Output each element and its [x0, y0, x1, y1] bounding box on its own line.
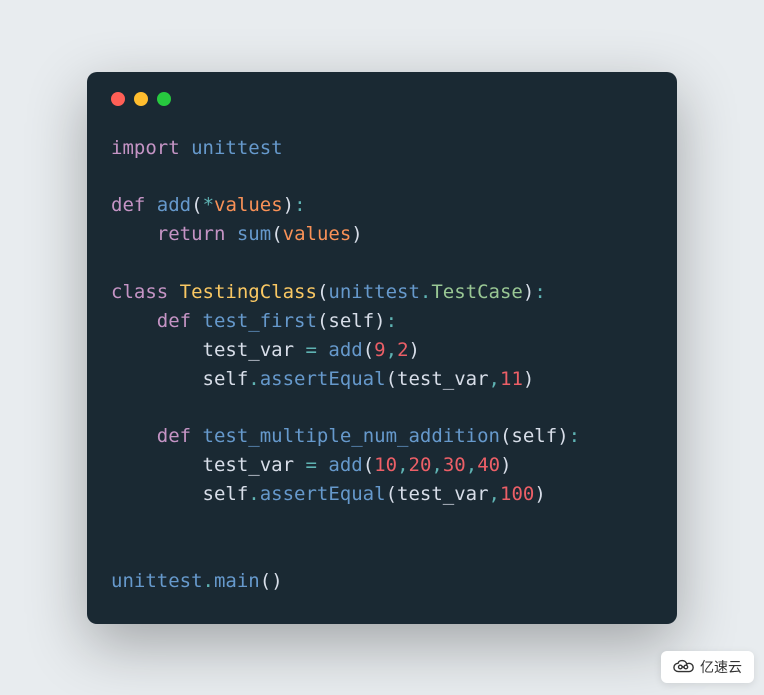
paren: (	[500, 425, 511, 447]
paren: (	[317, 281, 328, 303]
colon: :	[534, 281, 545, 303]
paren: (	[363, 339, 374, 361]
comma: ,	[489, 483, 500, 505]
self-ref: self	[203, 483, 249, 505]
paren: )	[351, 223, 362, 245]
cloud-icon	[673, 659, 695, 675]
module-name: unittest	[191, 137, 283, 159]
number-literal: 40	[477, 454, 500, 476]
paren: (	[191, 194, 202, 216]
paren: )	[523, 368, 534, 390]
comma: ,	[431, 454, 442, 476]
function-call: add	[328, 339, 362, 361]
comma: ,	[397, 454, 408, 476]
colon: :	[386, 310, 397, 332]
paren: (	[386, 483, 397, 505]
module-ref: unittest	[111, 570, 203, 592]
paren: (	[317, 310, 328, 332]
paren: )	[271, 570, 282, 592]
number-literal: 20	[409, 454, 432, 476]
dot-operator: .	[203, 570, 214, 592]
paren: )	[374, 310, 385, 332]
number-literal: 2	[397, 339, 408, 361]
maximize-icon[interactable]	[157, 92, 171, 106]
keyword-def: def	[111, 194, 145, 216]
comma: ,	[466, 454, 477, 476]
paren: )	[500, 454, 511, 476]
self-ref: self	[203, 368, 249, 390]
parameter: values	[283, 223, 352, 245]
variable: test_var	[397, 483, 489, 505]
dot-operator: .	[420, 281, 431, 303]
watermark-badge: 亿速云	[661, 651, 754, 683]
assign-operator: =	[305, 454, 316, 476]
keyword-def: def	[157, 425, 191, 447]
minimize-icon[interactable]	[134, 92, 148, 106]
comma: ,	[386, 339, 397, 361]
module-ref: unittest	[328, 281, 420, 303]
variable: test_var	[397, 368, 489, 390]
star-operator: *	[203, 194, 214, 216]
self-param: self	[328, 310, 374, 332]
window-titlebar	[111, 92, 653, 106]
paren: (	[271, 223, 282, 245]
method-name: test_first	[203, 310, 317, 332]
function-call: sum	[237, 223, 271, 245]
number-literal: 10	[374, 454, 397, 476]
number-literal: 30	[443, 454, 466, 476]
number-literal: 11	[500, 368, 523, 390]
keyword-import: import	[111, 137, 180, 159]
code-window: import unittest def add(*values): return…	[87, 72, 677, 624]
colon: :	[569, 425, 580, 447]
self-param: self	[511, 425, 557, 447]
watermark-text: 亿速云	[700, 657, 742, 677]
class-name: TestingClass	[180, 281, 317, 303]
dot-operator: .	[248, 483, 259, 505]
class-ref: TestCase	[431, 281, 523, 303]
method-call: assertEqual	[260, 483, 386, 505]
paren: )	[283, 194, 294, 216]
paren: (	[260, 570, 271, 592]
paren: )	[523, 281, 534, 303]
colon: :	[294, 194, 305, 216]
paren: )	[409, 339, 420, 361]
assign-operator: =	[305, 339, 316, 361]
number-literal: 100	[500, 483, 534, 505]
code-block: import unittest def add(*values): return…	[111, 134, 653, 596]
parameter: values	[214, 194, 283, 216]
close-icon[interactable]	[111, 92, 125, 106]
method-call: main	[214, 570, 260, 592]
comma: ,	[489, 368, 500, 390]
keyword-return: return	[157, 223, 226, 245]
keyword-class: class	[111, 281, 168, 303]
function-name: add	[157, 194, 191, 216]
paren: (	[363, 454, 374, 476]
variable: test_var	[203, 339, 295, 361]
method-call: assertEqual	[260, 368, 386, 390]
function-call: add	[328, 454, 362, 476]
dot-operator: .	[248, 368, 259, 390]
paren: )	[557, 425, 568, 447]
variable: test_var	[203, 454, 295, 476]
paren: )	[534, 483, 545, 505]
keyword-def: def	[157, 310, 191, 332]
paren: (	[386, 368, 397, 390]
method-name: test_multiple_num_addition	[203, 425, 500, 447]
number-literal: 9	[374, 339, 385, 361]
